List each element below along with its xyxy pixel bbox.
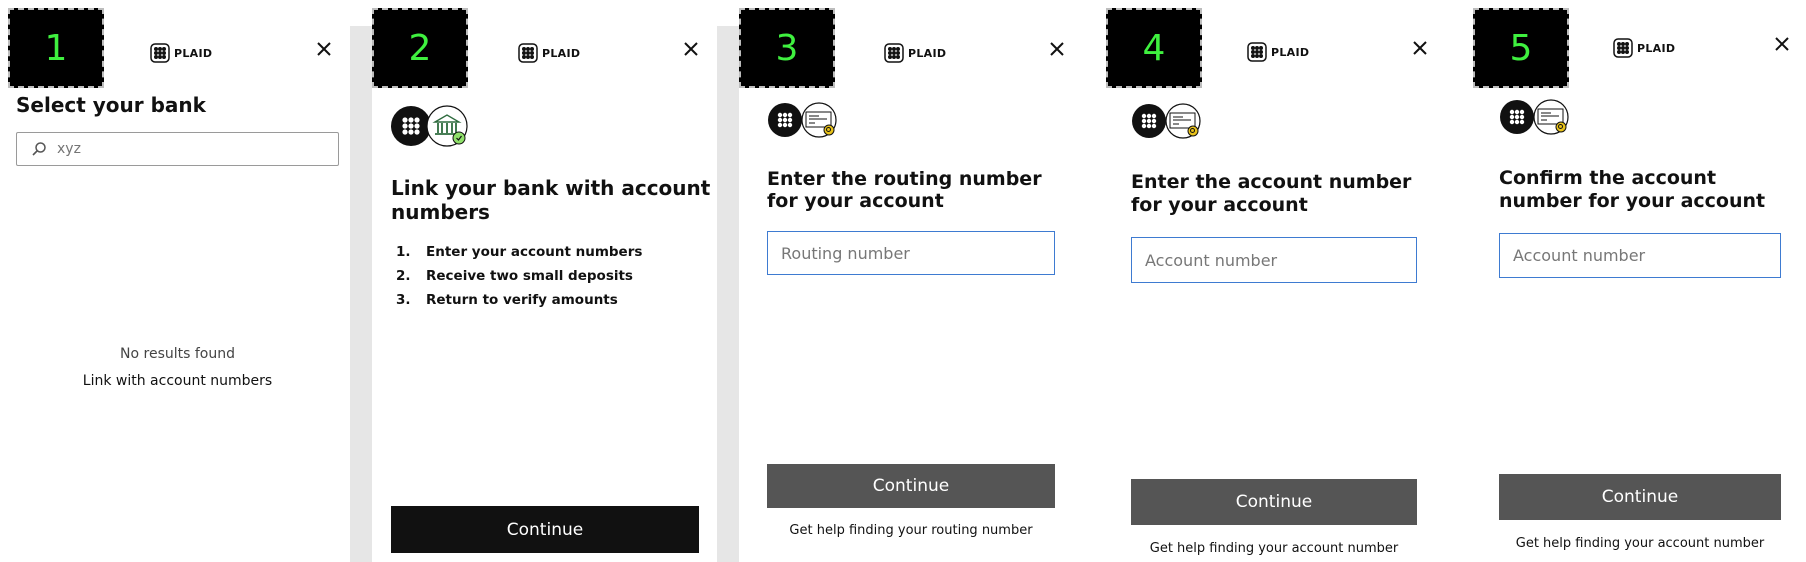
steps-list: 1. Enter your account numbers 2. Receive… (396, 240, 642, 312)
institution-icon-pair (767, 102, 841, 143)
plaid-logo-icon (391, 106, 431, 146)
step-badge: 4 (1106, 8, 1202, 88)
institution-icon-pair (1131, 103, 1205, 144)
search-input[interactable] (55, 140, 338, 158)
plaid-logo-icon (150, 43, 170, 63)
step-badge: 3 (739, 8, 835, 88)
list-item: 3. Return to verify amounts (396, 288, 642, 312)
bank-icon (426, 105, 468, 147)
plaid-logo-icon (768, 103, 802, 137)
help-account-number-link[interactable]: Get help finding your account number (1131, 541, 1417, 556)
help-routing-number-link[interactable]: Get help finding your routing number (767, 523, 1055, 538)
plaid-logo-text: PLAID (1271, 45, 1310, 59)
plaid-logo-text: PLAID (542, 46, 581, 60)
plaid-logo: PLAID (884, 43, 946, 63)
bank-search-field[interactable] (16, 132, 339, 166)
list-item: 2. Receive two small deposits (396, 264, 642, 288)
close-icon[interactable] (1047, 39, 1067, 59)
plaid-logo-text: PLAID (908, 46, 947, 60)
step-badge: 5 (1473, 8, 1569, 88)
step-number: 3. (396, 292, 411, 308)
continue-button[interactable]: Continue (1499, 474, 1781, 520)
no-results-text: No results found (120, 346, 235, 362)
screen-1-select-bank: 1 PLAID Select your bank No results foun… (0, 0, 350, 562)
page-title: Link your bank with account numbers (391, 176, 711, 224)
help-account-number-link[interactable]: Get help finding your account number (1499, 536, 1781, 551)
institution-icon-pair (1499, 99, 1573, 140)
close-icon[interactable] (1410, 38, 1430, 58)
plaid-logo-icon (1132, 104, 1166, 138)
check-card-icon (1533, 99, 1569, 135)
check-card-icon (801, 102, 837, 138)
page-title: Confirm the account number for your acco… (1499, 167, 1766, 212)
close-icon[interactable] (681, 39, 701, 59)
check-card-icon (1165, 103, 1201, 139)
page-title: Enter the account number for your accoun… (1131, 171, 1412, 216)
step-text: Return to verify amounts (426, 292, 618, 308)
step-number: 2. (396, 268, 411, 284)
panel-divider (350, 26, 372, 562)
plaid-logo: PLAID (518, 43, 580, 63)
list-item: 1. Enter your account numbers (396, 240, 642, 264)
confirm-account-number-input[interactable] (1499, 233, 1781, 278)
plaid-logo-text: PLAID (174, 46, 213, 60)
close-icon[interactable] (1772, 34, 1792, 54)
plaid-logo-text: PLAID (1637, 41, 1676, 55)
plaid-logo: PLAID (150, 43, 212, 63)
plaid-logo: PLAID (1247, 42, 1309, 62)
link-with-account-numbers-link[interactable]: Link with account numbers (16, 373, 339, 389)
continue-button[interactable]: Continue (391, 506, 699, 553)
institution-icon-pair (391, 105, 471, 152)
page-title: Select your bank (16, 93, 206, 117)
step-text: Receive two small deposits (426, 268, 633, 284)
step-badge: 2 (372, 8, 468, 88)
panel-divider (717, 26, 739, 562)
continue-button[interactable]: Continue (767, 464, 1055, 508)
step-badge: 1 (8, 8, 104, 88)
step-number: 1. (396, 244, 411, 260)
close-icon[interactable] (314, 39, 334, 59)
continue-button[interactable]: Continue (1131, 479, 1417, 525)
plaid-logo-icon (884, 43, 904, 63)
step-text: Enter your account numbers (426, 244, 643, 260)
routing-number-input[interactable] (767, 231, 1055, 275)
screen-flow: 1 PLAID Select your bank No results foun… (0, 0, 1806, 562)
plaid-logo-icon (1613, 38, 1633, 58)
plaid-logo-icon (1247, 42, 1267, 62)
account-number-input[interactable] (1131, 237, 1417, 283)
search-icon (32, 142, 46, 156)
plaid-logo-icon (518, 43, 538, 63)
plaid-logo-icon (1500, 100, 1534, 134)
plaid-logo: PLAID (1613, 38, 1675, 58)
page-title: Enter the routing number for your accoun… (767, 168, 1042, 212)
